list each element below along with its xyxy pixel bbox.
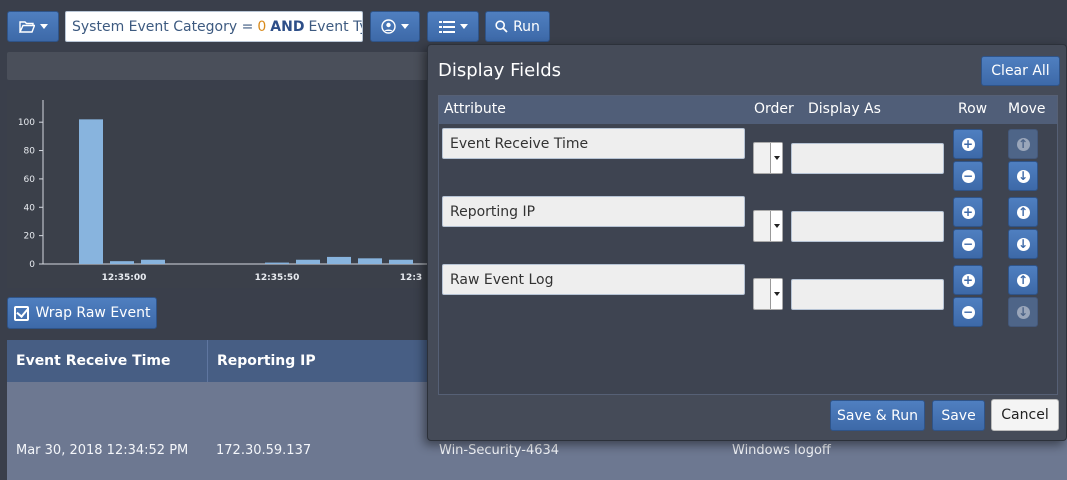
header-move: Move xyxy=(1008,101,1046,117)
remove-row-button-1[interactable]: − xyxy=(953,161,983,191)
wrap-raw-event-button[interactable]: Wrap Raw Event xyxy=(7,297,157,329)
dropdown-arrow-icon xyxy=(770,279,782,309)
chart-bar xyxy=(265,262,289,264)
open-folder-button[interactable] xyxy=(7,11,59,42)
filter-strip xyxy=(7,52,432,80)
plus-circle-icon: + xyxy=(961,137,975,151)
move-up-button-3[interactable]: ↑ xyxy=(1008,265,1038,295)
move-down-button-3[interactable]: ↓ xyxy=(1008,297,1038,327)
arrow-up-circle-icon: ↑ xyxy=(1016,205,1030,219)
minus-circle-icon: − xyxy=(961,237,975,251)
display-fields-panel: Display Fields Clear All Attribute Order… xyxy=(427,44,1067,441)
attribute-field-2[interactable]: Reporting IP xyxy=(442,196,745,227)
add-row-button-3[interactable]: + xyxy=(953,265,983,295)
run-button[interactable]: Run xyxy=(485,11,550,42)
plus-circle-icon: + xyxy=(961,205,975,219)
header-display-as: Display As xyxy=(808,101,881,117)
x-tick-label: 12:3 xyxy=(400,273,422,283)
header-attribute: Attribute xyxy=(444,101,506,117)
chart-bar xyxy=(327,256,351,264)
cell-event-name: Windows logoff xyxy=(732,443,831,458)
display-as-input-3[interactable] xyxy=(791,279,944,310)
folder-open-icon xyxy=(18,21,35,33)
user-menu-button[interactable] xyxy=(370,11,420,42)
wrap-raw-event-label: Wrap Raw Event xyxy=(35,305,151,321)
arrow-down-circle-icon: ↓ xyxy=(1016,237,1030,251)
cell-event-receive-time: Mar 30, 2018 12:34:52 PM xyxy=(16,443,189,458)
panel-title: Display Fields xyxy=(438,60,561,81)
column-header-reporting-ip[interactable]: Reporting IP xyxy=(208,340,428,382)
add-row-button-2[interactable]: + xyxy=(953,197,983,227)
arrow-up-circle-icon: ↑ xyxy=(1016,273,1030,287)
fields-table-header: Attribute Order Display As Row Move xyxy=(439,96,1057,124)
column-header-event-receive-time[interactable]: Event Receive Time xyxy=(7,340,208,382)
header-order: Order xyxy=(754,101,794,117)
arrow-down-circle-icon: ↓ xyxy=(1016,305,1030,319)
arrow-up-circle-icon: ↑ xyxy=(1016,137,1030,151)
event-histogram: 100 80 60 40 20 0 12:35:00 12:35:50 12:3 xyxy=(7,90,432,288)
list-icon xyxy=(438,20,455,33)
minus-circle-icon: − xyxy=(961,305,975,319)
save-and-run-button[interactable]: Save & Run xyxy=(830,400,925,431)
plus-circle-icon: + xyxy=(961,273,975,287)
add-row-button-1[interactable]: + xyxy=(953,129,983,159)
columns-menu-button[interactable] xyxy=(427,11,479,42)
user-circle-icon xyxy=(381,19,396,34)
chevron-down-icon xyxy=(401,24,409,29)
x-tick-label: 12:35:00 xyxy=(102,273,147,283)
chart-bar xyxy=(296,259,320,264)
chevron-down-icon xyxy=(39,24,48,29)
query-operator: AND xyxy=(270,18,305,35)
query-text-2: Event Type xyxy=(308,18,362,35)
y-tick-label: 20 xyxy=(24,232,36,242)
histogram-svg: 100 80 60 40 20 0 12:35:00 12:35:50 12:3 xyxy=(18,100,432,283)
order-select-1[interactable] xyxy=(753,142,783,174)
y-tick-label: 80 xyxy=(24,147,36,157)
run-label: Run xyxy=(513,18,540,35)
chart-bar xyxy=(79,119,103,264)
minus-circle-icon: − xyxy=(961,169,975,183)
checkbox-icon xyxy=(13,305,29,321)
move-up-button-1[interactable]: ↑ xyxy=(1008,129,1038,159)
chart-bar xyxy=(389,259,413,264)
cell-reporting-ip: 172.30.59.137 xyxy=(216,443,312,458)
move-down-button-1[interactable]: ↓ xyxy=(1008,161,1038,191)
y-tick-label: 40 xyxy=(24,203,36,213)
order-select-3[interactable] xyxy=(753,278,783,310)
chart-bar xyxy=(141,259,165,264)
y-tick-label: 60 xyxy=(24,175,36,185)
move-up-button-2[interactable]: ↑ xyxy=(1008,197,1038,227)
display-as-input-1[interactable] xyxy=(791,143,944,174)
remove-row-button-3[interactable]: − xyxy=(953,297,983,327)
query-text: System Event Category = xyxy=(72,18,254,35)
save-button[interactable]: Save xyxy=(932,400,985,431)
chevron-down-icon xyxy=(459,24,468,29)
x-tick-label: 12:35:50 xyxy=(255,273,300,283)
cell-event-type: Win-Security-4634 xyxy=(439,443,560,458)
dropdown-arrow-icon xyxy=(770,211,782,241)
chart-bar xyxy=(110,261,134,264)
cancel-button[interactable]: Cancel xyxy=(991,399,1059,431)
y-tick-label: 100 xyxy=(18,118,35,128)
attribute-field-3[interactable]: Raw Event Log xyxy=(442,264,745,295)
display-as-input-2[interactable] xyxy=(791,211,944,242)
y-tick-label: 0 xyxy=(29,260,35,270)
query-value: 0 xyxy=(257,18,267,35)
header-row: Row xyxy=(958,101,988,117)
order-select-2[interactable] xyxy=(753,210,783,242)
move-down-button-2[interactable]: ↓ xyxy=(1008,229,1038,259)
attribute-field-1[interactable]: Event Receive Time xyxy=(442,128,745,159)
arrow-down-circle-icon: ↓ xyxy=(1016,169,1030,183)
dropdown-arrow-icon xyxy=(770,143,782,173)
fields-table: Attribute Order Display As Row Move Even… xyxy=(438,95,1058,395)
remove-row-button-2[interactable]: − xyxy=(953,229,983,259)
chart-bar xyxy=(358,258,382,264)
search-icon xyxy=(495,20,508,33)
search-input[interactable]: System Event Category = 0 AND Event Type xyxy=(65,11,363,42)
clear-all-button[interactable]: Clear All xyxy=(981,56,1060,86)
